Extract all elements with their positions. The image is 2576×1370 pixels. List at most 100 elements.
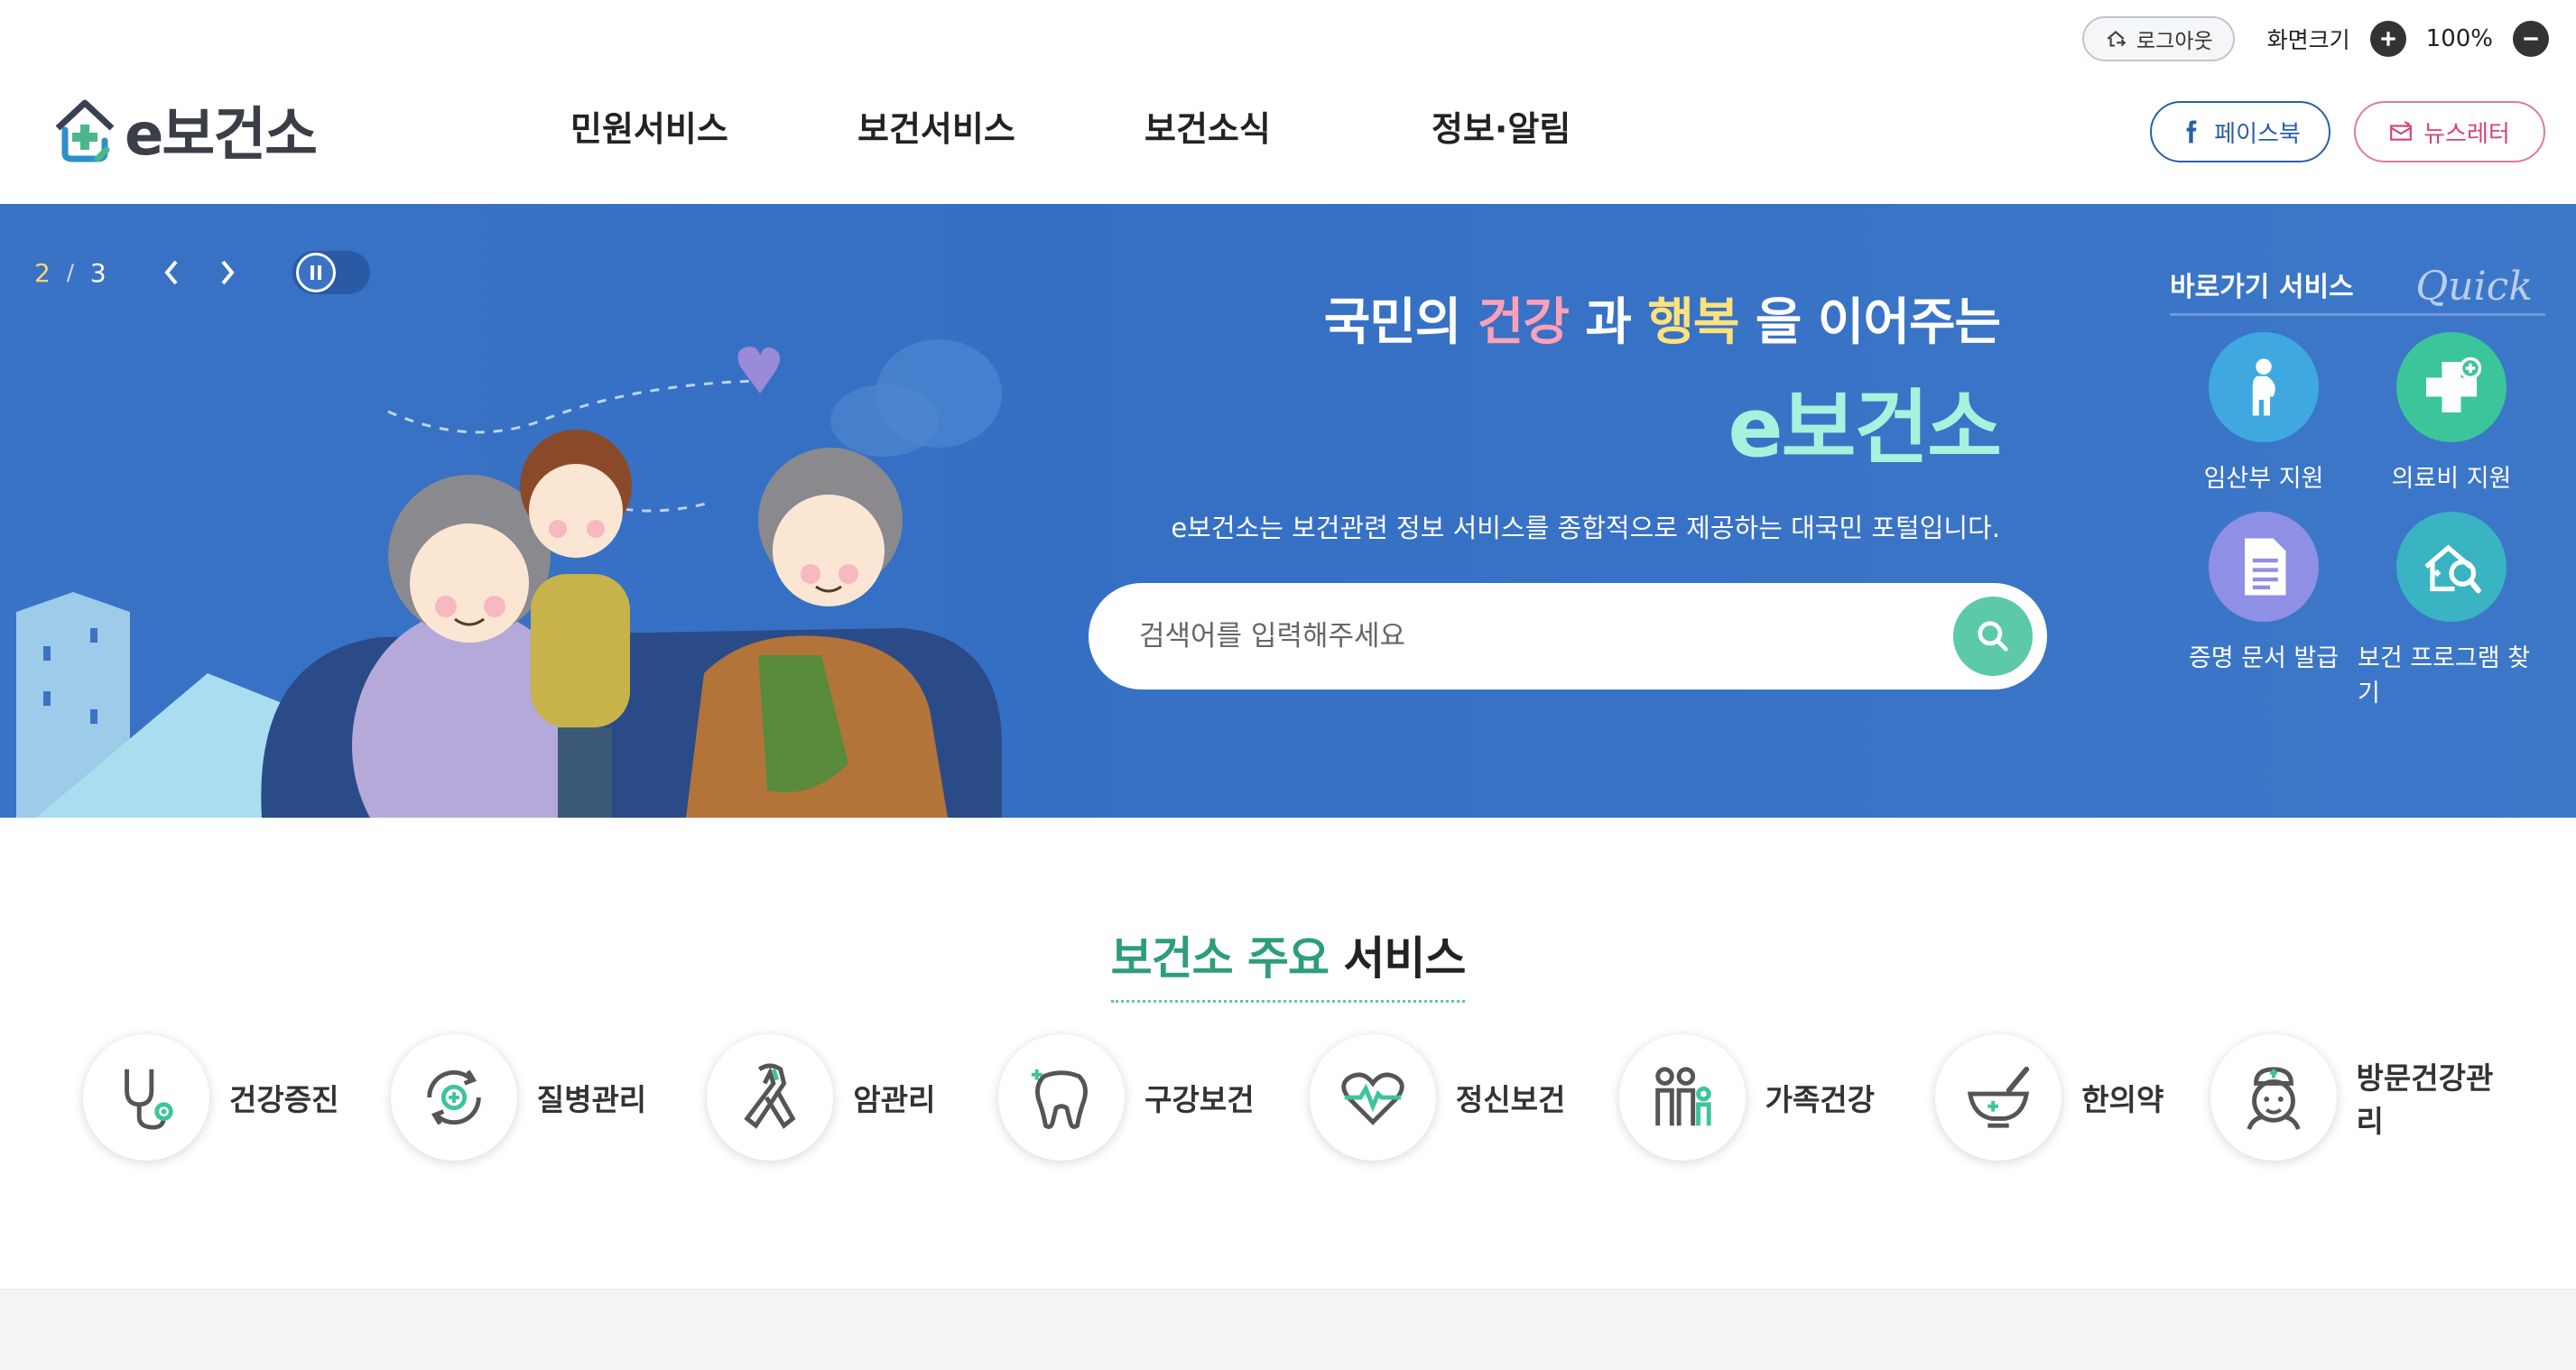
family-illustration [16, 339, 1002, 818]
headline-post: 을 이어주는 [1738, 293, 2001, 352]
pager-total: 3 [89, 257, 107, 288]
family-icon [1654, 1067, 1711, 1126]
headline-pre: 국민의 [1323, 293, 1478, 352]
pager-current: 2 [34, 257, 51, 288]
facebook-button[interactable]: 페이스북 [2150, 101, 2330, 162]
quick-item-pregnancy-support[interactable]: 임산부 지원 [2170, 332, 2358, 494]
service-item-disease-management[interactable]: 질병관리 [390, 1034, 708, 1161]
stethoscope-icon [125, 1069, 173, 1130]
headline-brand: e보건소 [1728, 381, 2002, 476]
service-circle [390, 1034, 517, 1161]
pregnant-woman-icon [2252, 358, 2275, 416]
medical-cross-icon [2426, 356, 2482, 412]
logout-icon [2107, 30, 2127, 47]
section-title: 보건소 주요 서비스 [1110, 922, 1466, 1003]
facebook-icon [2186, 120, 2197, 143]
utility-bar: 로그아웃 화면크기 100% [2082, 13, 2549, 65]
service-item-mental-health[interactable]: 정신보건 [1309, 1034, 1619, 1161]
site-logo[interactable]: e보건소 [52, 88, 318, 171]
service-item-home-visit-care[interactable]: 방문건강관리 [2210, 1034, 2520, 1161]
tooth-icon [1032, 1069, 1089, 1129]
newsletter-label: 뉴스레터 [2423, 120, 2510, 148]
nurse-icon [2247, 1067, 2301, 1130]
service-label: 방문건강관리 [2356, 1060, 2494, 1139]
service-label: 질병관리 [536, 1082, 647, 1117]
quick-item-medical-support[interactable]: 의료비 지원 [2358, 332, 2545, 494]
banner-pause-button[interactable] [292, 251, 370, 294]
sns-links: 페이스북 뉴스레터 [2150, 101, 2545, 162]
search-button[interactable] [1953, 597, 2033, 676]
logo-house-icon [55, 99, 115, 162]
logout-button[interactable]: 로그아웃 [2082, 16, 2235, 61]
quick-grid: 임산부 지원 의료비 지원 증명 문서 발급 보건 프로그램 찾기 [2170, 332, 2545, 708]
service-circle [1309, 1034, 1436, 1161]
quick-title: 바로가기 서비스 [2170, 272, 2354, 303]
quick-label: 임산부 지원 [2203, 465, 2324, 493]
headline-line: 국민의 건강 과 행복 을 이어주는 [1318, 282, 2006, 356]
quick-circle [2396, 512, 2507, 622]
service-label: 정신보건 [1455, 1082, 1566, 1117]
quick-label: 증명 문서 발급 [2188, 644, 2340, 672]
logout-label: 로그아웃 [2136, 30, 2213, 53]
service-circle [998, 1034, 1126, 1161]
headline-word-health: 건강 [1477, 293, 1570, 352]
service-label: 한의약 [2081, 1082, 2164, 1117]
quick-label: 의료비 지원 [2391, 465, 2512, 493]
quick-header: 바로가기 서비스 Quick [2170, 256, 2545, 316]
plus-icon [2380, 32, 2395, 46]
headline-word-happiness: 행복 [1647, 293, 1739, 352]
virus-cycle-icon [426, 1069, 481, 1125]
banner-next-button[interactable] [209, 255, 246, 291]
main-navigation: 민원서비스 보건서비스 보건소식 정보·알림 [570, 101, 1719, 151]
facebook-label: 페이스북 [2214, 120, 2301, 148]
quick-circle [2209, 332, 2319, 442]
nav-item-health-news[interactable]: 보건소식 [1144, 101, 1432, 151]
newsletter-button[interactable]: 뉴스레터 [2354, 101, 2545, 162]
newsletter-icon [2390, 121, 2413, 141]
house-search-icon [2424, 544, 2481, 594]
pager-separator: / [66, 260, 74, 285]
service-circle [707, 1034, 834, 1161]
section-title-green: 보건소 주요 [1110, 932, 1330, 985]
banner-headline: 국민의 건강 과 행복 을 이어주는 e보건소 [1318, 282, 2006, 479]
service-item-oriental-medicine[interactable]: 한의약 [1935, 1034, 2210, 1161]
minus-icon [2524, 37, 2538, 41]
footer-band [0, 1289, 2576, 1370]
nav-item-civil-service[interactable]: 민원서비스 [570, 101, 857, 151]
nav-item-health-service[interactable]: 보건서비스 [857, 101, 1144, 151]
service-label: 건강증진 [229, 1082, 339, 1117]
logo-text: e보건소 [125, 102, 318, 169]
service-circle [2210, 1034, 2337, 1161]
chevron-left-icon [164, 260, 178, 285]
quick-service-panel: 바로가기 서비스 Quick 임산부 지원 의료비 지원 증명 문서 발급 보건… [2170, 256, 2545, 708]
service-label: 구강보건 [1144, 1082, 1255, 1117]
ribbon-icon [744, 1063, 796, 1129]
chevron-right-icon [221, 260, 235, 285]
service-item-oral-health[interactable]: 구강보건 [998, 1034, 1310, 1161]
service-circle [1618, 1034, 1746, 1161]
banner-pager: 2 / 3 [34, 251, 370, 294]
section-title-dark: 서비스 [1329, 932, 1466, 985]
heartbeat-icon [1341, 1072, 1404, 1125]
search-input[interactable] [1139, 620, 1953, 653]
service-item-family-health[interactable]: 가족건강 [1618, 1034, 1936, 1161]
quick-item-program-search[interactable]: 보건 프로그램 찾기 [2358, 512, 2545, 708]
banner-prev-button[interactable] [153, 255, 190, 291]
banner-description: e보건소는 보건관련 정보 서비스를 종합적으로 제공하는 대국민 포털입니다. [1171, 513, 2000, 543]
quick-item-certificate[interactable]: 증명 문서 발급 [2170, 512, 2358, 708]
quick-label: 보건 프로그램 찾기 [2358, 644, 2531, 708]
nav-item-info-notice[interactable]: 정보·알림 [1432, 101, 1719, 151]
service-item-cancer-management[interactable]: 암관리 [707, 1034, 998, 1161]
document-icon [2245, 538, 2286, 596]
pause-icon [295, 253, 336, 292]
main-services-section-title: 보건소 주요 서비스 [0, 922, 2576, 1003]
main-visual-banner: 2 / 3 국민의 건강 과 행복 을 이어주는 e보건소 e보건소는 보건관련… [0, 204, 2576, 818]
zoom-out-button[interactable] [2513, 21, 2549, 57]
service-item-health-promotion[interactable]: 건강증진 [83, 1034, 391, 1161]
main-services-list: 건강증진 질병관리 암관리 구강보건 정신보건 가족건강 한의약 방문건강관리 [83, 1034, 2520, 1161]
zoom-label: 화면크기 [2266, 27, 2350, 53]
service-label: 가족건강 [1765, 1082, 1876, 1117]
service-circle [1935, 1034, 2062, 1161]
zoom-in-button[interactable] [2369, 21, 2406, 57]
quick-circle [2396, 332, 2507, 442]
